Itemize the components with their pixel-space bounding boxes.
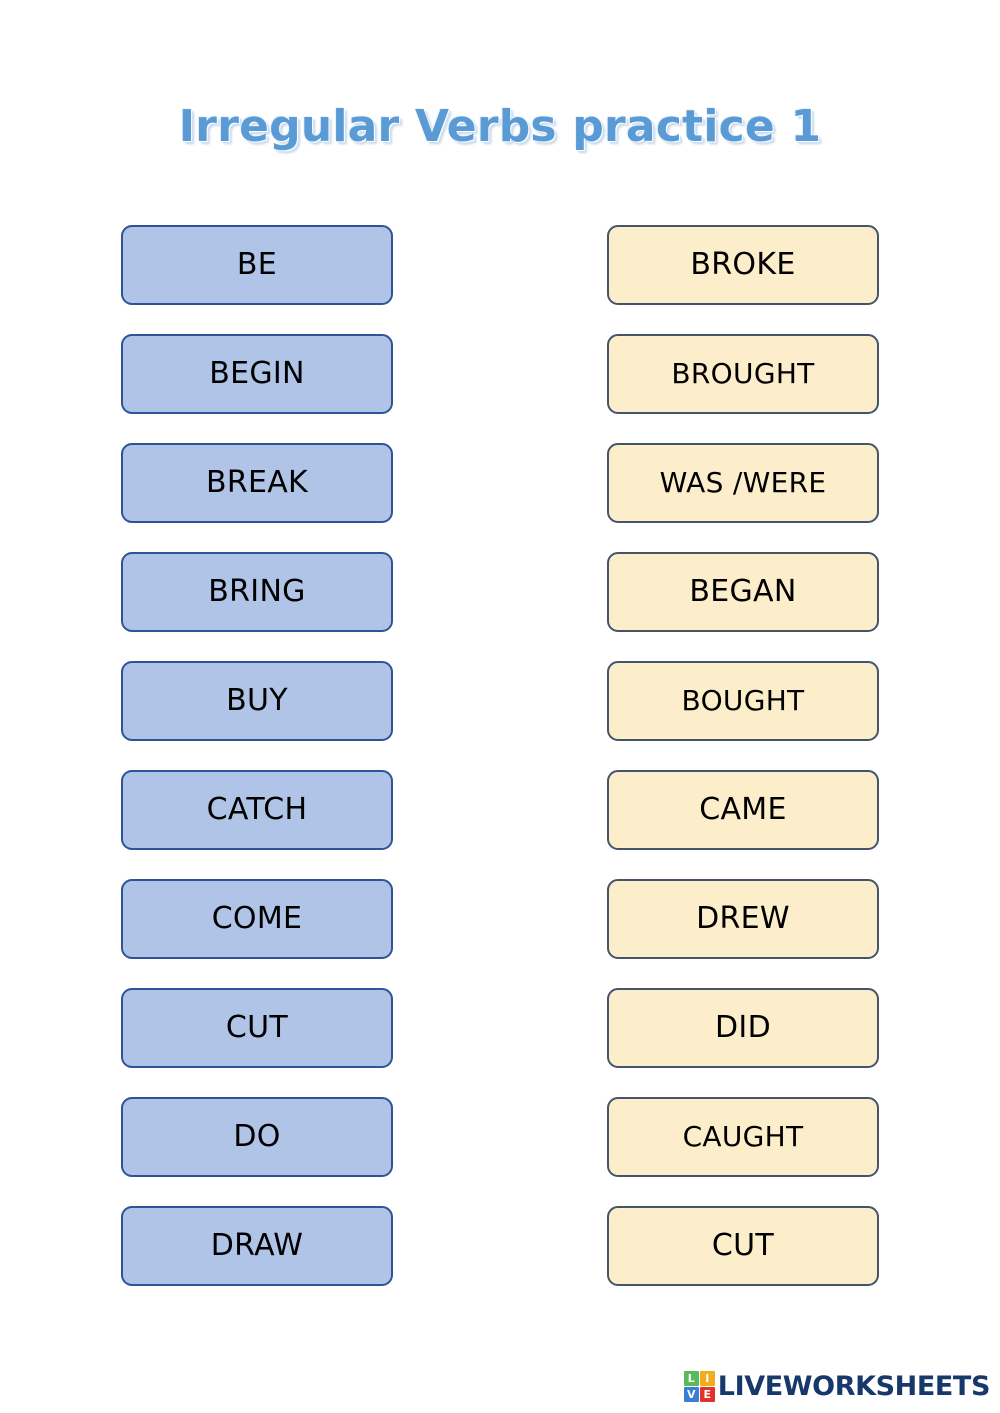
word-card-label: CAUGHT: [682, 1120, 804, 1153]
logo-wordmark: LIVEWORKSHEETS: [717, 1370, 991, 1402]
word-card-label: BOUGHT: [681, 684, 805, 717]
word-card-past[interactable]: CAME: [607, 770, 879, 850]
word-card-past[interactable]: DID: [607, 988, 879, 1068]
word-card-label: BEGIN: [209, 356, 305, 391]
word-card-past[interactable]: CUT: [607, 1206, 879, 1286]
word-card-base[interactable]: BREAK: [121, 443, 393, 523]
word-card-base[interactable]: CATCH: [121, 770, 393, 850]
word-card-base[interactable]: BUY: [121, 661, 393, 741]
word-card-base[interactable]: BE: [121, 225, 393, 305]
word-card-base[interactable]: DO: [121, 1097, 393, 1177]
word-card-label: BROKE: [690, 247, 796, 282]
word-card-label: BREAK: [205, 465, 309, 500]
logo-tile-e-icon: E: [699, 1386, 715, 1402]
base-form-column: BE BEGIN BREAK BRING BUY CATCH COME CUT …: [121, 225, 393, 1286]
word-card-label: BEGAN: [689, 574, 797, 609]
logo-tile-l-icon: L: [683, 1370, 699, 1386]
word-card-label: BROUGHT: [671, 357, 815, 390]
word-card-base[interactable]: DRAW: [121, 1206, 393, 1286]
past-form-column: BROKE BROUGHT WAS /WERE BEGAN BOUGHT CAM…: [607, 225, 879, 1286]
word-card-past[interactable]: BOUGHT: [607, 661, 879, 741]
word-card-label: DRAW: [210, 1228, 304, 1263]
word-card-label: WAS /WERE: [659, 466, 827, 499]
logo-tile-v-icon: V: [683, 1386, 699, 1402]
word-card-label: CATCH: [206, 792, 308, 827]
word-card-base[interactable]: BRING: [121, 552, 393, 632]
liveworksheets-logo[interactable]: L I V E LIVEWORKSHEETS: [683, 1369, 991, 1403]
page-title: Irregular Verbs practice 1: [178, 101, 822, 153]
worksheet-page: Irregular Verbs practice 1 BE BEGIN BREA…: [0, 0, 1000, 1413]
word-card-past[interactable]: WAS /WERE: [607, 443, 879, 523]
word-card-past[interactable]: DREW: [607, 879, 879, 959]
word-card-base[interactable]: CUT: [121, 988, 393, 1068]
word-card-label: DID: [715, 1010, 771, 1045]
word-card-past[interactable]: CAUGHT: [607, 1097, 879, 1177]
word-card-label: DREW: [696, 901, 790, 936]
word-card-past[interactable]: BROUGHT: [607, 334, 879, 414]
word-card-label: CUT: [711, 1228, 775, 1263]
logo-tiles: L I V E: [683, 1370, 715, 1402]
word-card-base[interactable]: BEGIN: [121, 334, 393, 414]
logo-tile-i-icon: I: [699, 1370, 715, 1386]
word-card-past[interactable]: BEGAN: [607, 552, 879, 632]
word-card-label: CUT: [225, 1010, 289, 1045]
word-card-label: CAME: [699, 792, 787, 827]
word-card-label: DO: [233, 1119, 281, 1154]
word-card-label: BUY: [226, 683, 288, 718]
word-card-base[interactable]: COME: [121, 879, 393, 959]
word-card-past[interactable]: BROKE: [607, 225, 879, 305]
word-card-label: BE: [236, 247, 278, 282]
word-card-label: BRING: [208, 574, 306, 609]
word-card-label: COME: [211, 901, 303, 936]
page-title-container: Irregular Verbs practice 1: [0, 72, 1000, 182]
